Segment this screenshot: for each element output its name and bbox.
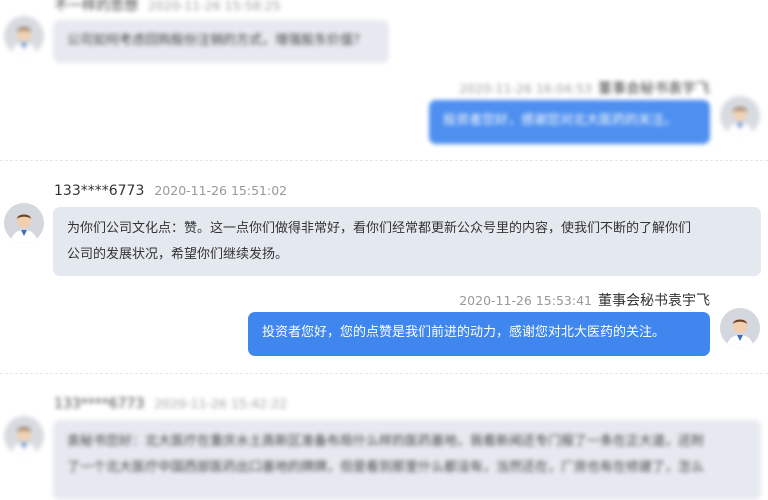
- answer-username: 董事会秘书袁宇飞: [598, 81, 710, 97]
- user-avatar-icon: [4, 203, 44, 243]
- question-username: 不一样的思想: [54, 0, 138, 14]
- thread-divider: [0, 160, 768, 161]
- answer-time: 2020-11-26 16:04:53: [459, 81, 592, 96]
- thread-divider: [0, 373, 768, 374]
- question-meta: 133****6773 2020-11-26 15:51:02: [54, 183, 287, 199]
- user-avatar-icon: [4, 16, 44, 56]
- answer-meta: 2020-11-26 16:04:53 董事会秘书袁宇飞: [459, 78, 710, 98]
- question-meta: 133****6773 2020-11-26 15:42:22: [54, 396, 287, 412]
- answer-username: 董事会秘书袁宇飞: [598, 293, 710, 309]
- question-username: 133****6773: [54, 396, 145, 412]
- question-bubble: 袁秘书您好：北大医疗在重庆水土高新区准备布局什么样的医药基地，我看新闻还专门报了…: [53, 420, 761, 500]
- answer-bubble: 投资者您好，您的点赞是我们前进的动力，感谢您对北大医药的关注。: [248, 312, 710, 356]
- question-text-line: 为你们公司文化点：赞。这一点你们做得非常好，看你们经常都更新公众号里的内容，使我…: [67, 221, 692, 236]
- question-time: 2020-11-26 15:51:02: [154, 183, 288, 198]
- question-bubble: 公司如何考虑回购股份注销的方式，增强股东价值？: [53, 20, 389, 63]
- question-text-line: 袁秘书您好：北大医疗在重庆水土高新区准备布局什么样的医药基地，我看新闻还专门报了…: [67, 434, 705, 449]
- question-bubble: 为你们公司文化点：赞。这一点你们做得非常好，看你们经常都更新公众号里的内容，使我…: [53, 207, 761, 276]
- question-text-line: 公司的发展状况，希望你们继续发扬。: [67, 247, 289, 262]
- question-meta: 不一样的思想 2020-11-26 15:58:25: [54, 0, 281, 15]
- question-username: 133****6773: [54, 183, 145, 199]
- answer-meta: 2020-11-26 15:53:41 董事会秘书袁宇飞: [459, 290, 710, 310]
- user-avatar-icon: [720, 96, 760, 136]
- question-time: 2020-11-26 15:42:22: [154, 396, 288, 411]
- answer-time: 2020-11-26 15:53:41: [459, 293, 592, 308]
- question-text-line: 了一个北大医疗中国西部医药出口基地的牌牌，但是看到那里什么都没有，当然还在，厂房…: [67, 460, 705, 475]
- answer-bubble: 投资者您好，感谢您对北大医药的关注。: [429, 100, 710, 144]
- question-time: 2020-11-26 15:58:25: [148, 0, 281, 13]
- user-avatar-icon: [720, 308, 760, 348]
- user-avatar-icon: [4, 416, 44, 456]
